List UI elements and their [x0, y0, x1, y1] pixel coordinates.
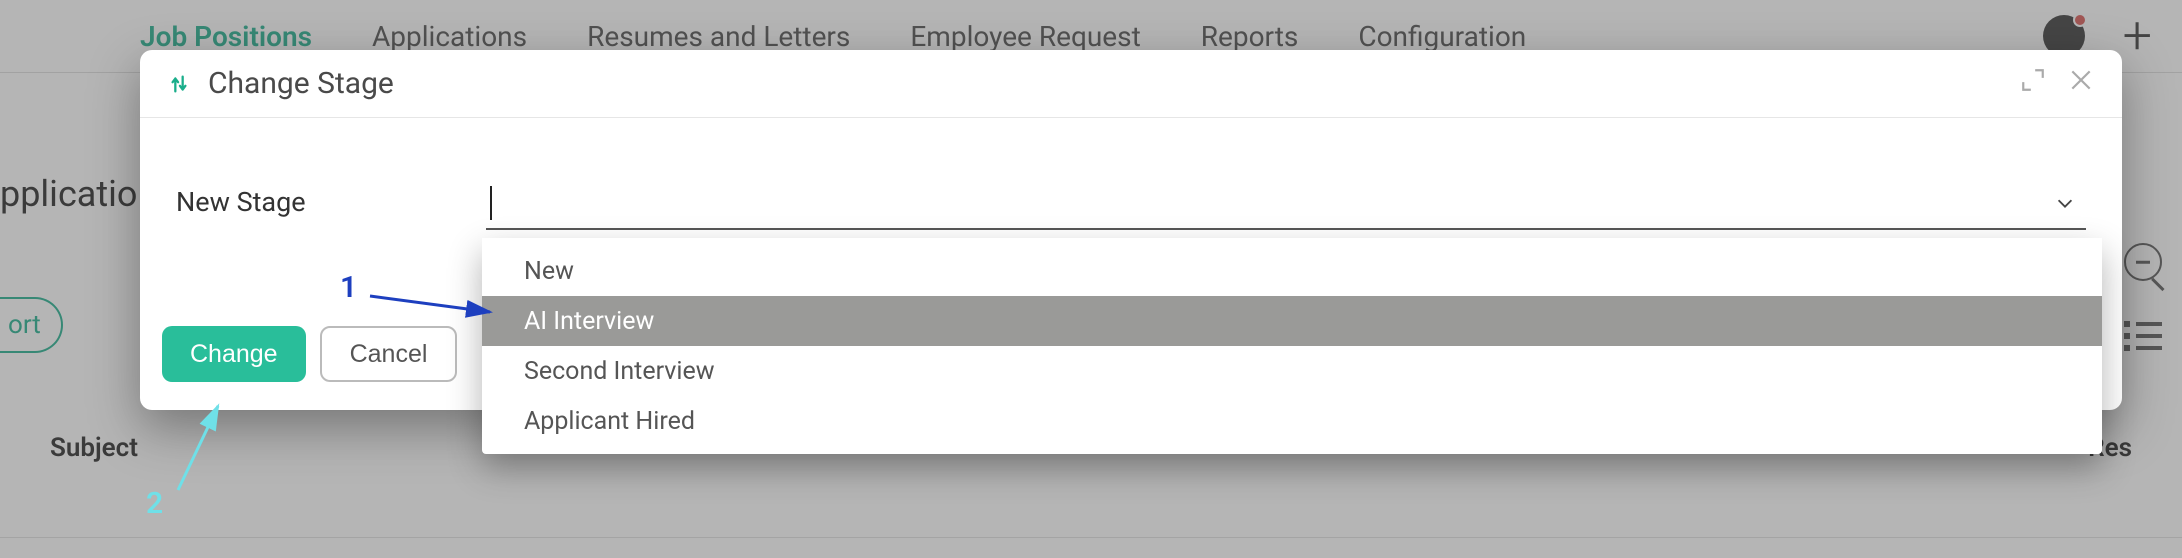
new-stage-label: New Stage [176, 182, 486, 218]
change-button[interactable]: Change [162, 326, 306, 382]
stage-option-second-interview[interactable]: Second Interview [482, 346, 2102, 396]
cancel-button[interactable]: Cancel [320, 326, 458, 382]
page-heading-fragment: pplicatio [0, 173, 137, 215]
modal-title: Change Stage [208, 66, 394, 101]
close-icon[interactable] [2068, 66, 2094, 101]
nav-configuration[interactable]: Configuration [1358, 20, 1526, 53]
table-row[interactable]: 16 Elisa Backfield Elisa Backfield elisa… [0, 537, 2182, 558]
stage-option-applicant-hired[interactable]: Applicant Hired [482, 396, 2102, 446]
nav-applications[interactable]: Applications [372, 20, 527, 53]
column-header-subject: Subject [50, 433, 138, 463]
modal-footer: Change Cancel [162, 326, 457, 382]
stage-icon [168, 73, 190, 95]
stage-option-ai-interview[interactable]: AI Interview [482, 296, 2102, 346]
stage-option-new[interactable]: New [482, 246, 2102, 296]
nav-reports-label: Reports [1201, 20, 1299, 53]
stage-dropdown: New AI Interview Second Interview Applic… [482, 238, 2102, 454]
modal-body: New Stage [140, 118, 2122, 230]
nav-reports[interactable]: Reports [1201, 20, 1299, 53]
annotation-2-label: 2 [146, 486, 163, 521]
text-cursor [490, 186, 492, 220]
list-view-icon[interactable] [2124, 321, 2162, 351]
zoom-out-icon[interactable] [2124, 243, 2162, 281]
add-icon[interactable]: + [2123, 10, 2152, 62]
new-stage-field-wrap [486, 182, 2086, 230]
expand-icon[interactable] [2020, 66, 2046, 101]
new-stage-input[interactable] [486, 182, 2086, 230]
annotation-2-arrow [168, 400, 248, 504]
nav-resumes[interactable]: Resumes and Letters [587, 20, 850, 53]
nav-job-positions[interactable]: Job Positions [140, 20, 312, 53]
nav-applications-label: Applications [372, 20, 527, 53]
filter-pill[interactable]: ort [0, 297, 63, 353]
nav-configuration-label: Configuration [1358, 20, 1526, 53]
right-rail [2124, 243, 2162, 351]
annotation-1-label: 1 [340, 270, 357, 305]
annotation-1-arrow [370, 276, 510, 320]
modal-header: Change Stage [140, 50, 2122, 118]
nav-employee-request[interactable]: Employee Request [910, 20, 1140, 53]
